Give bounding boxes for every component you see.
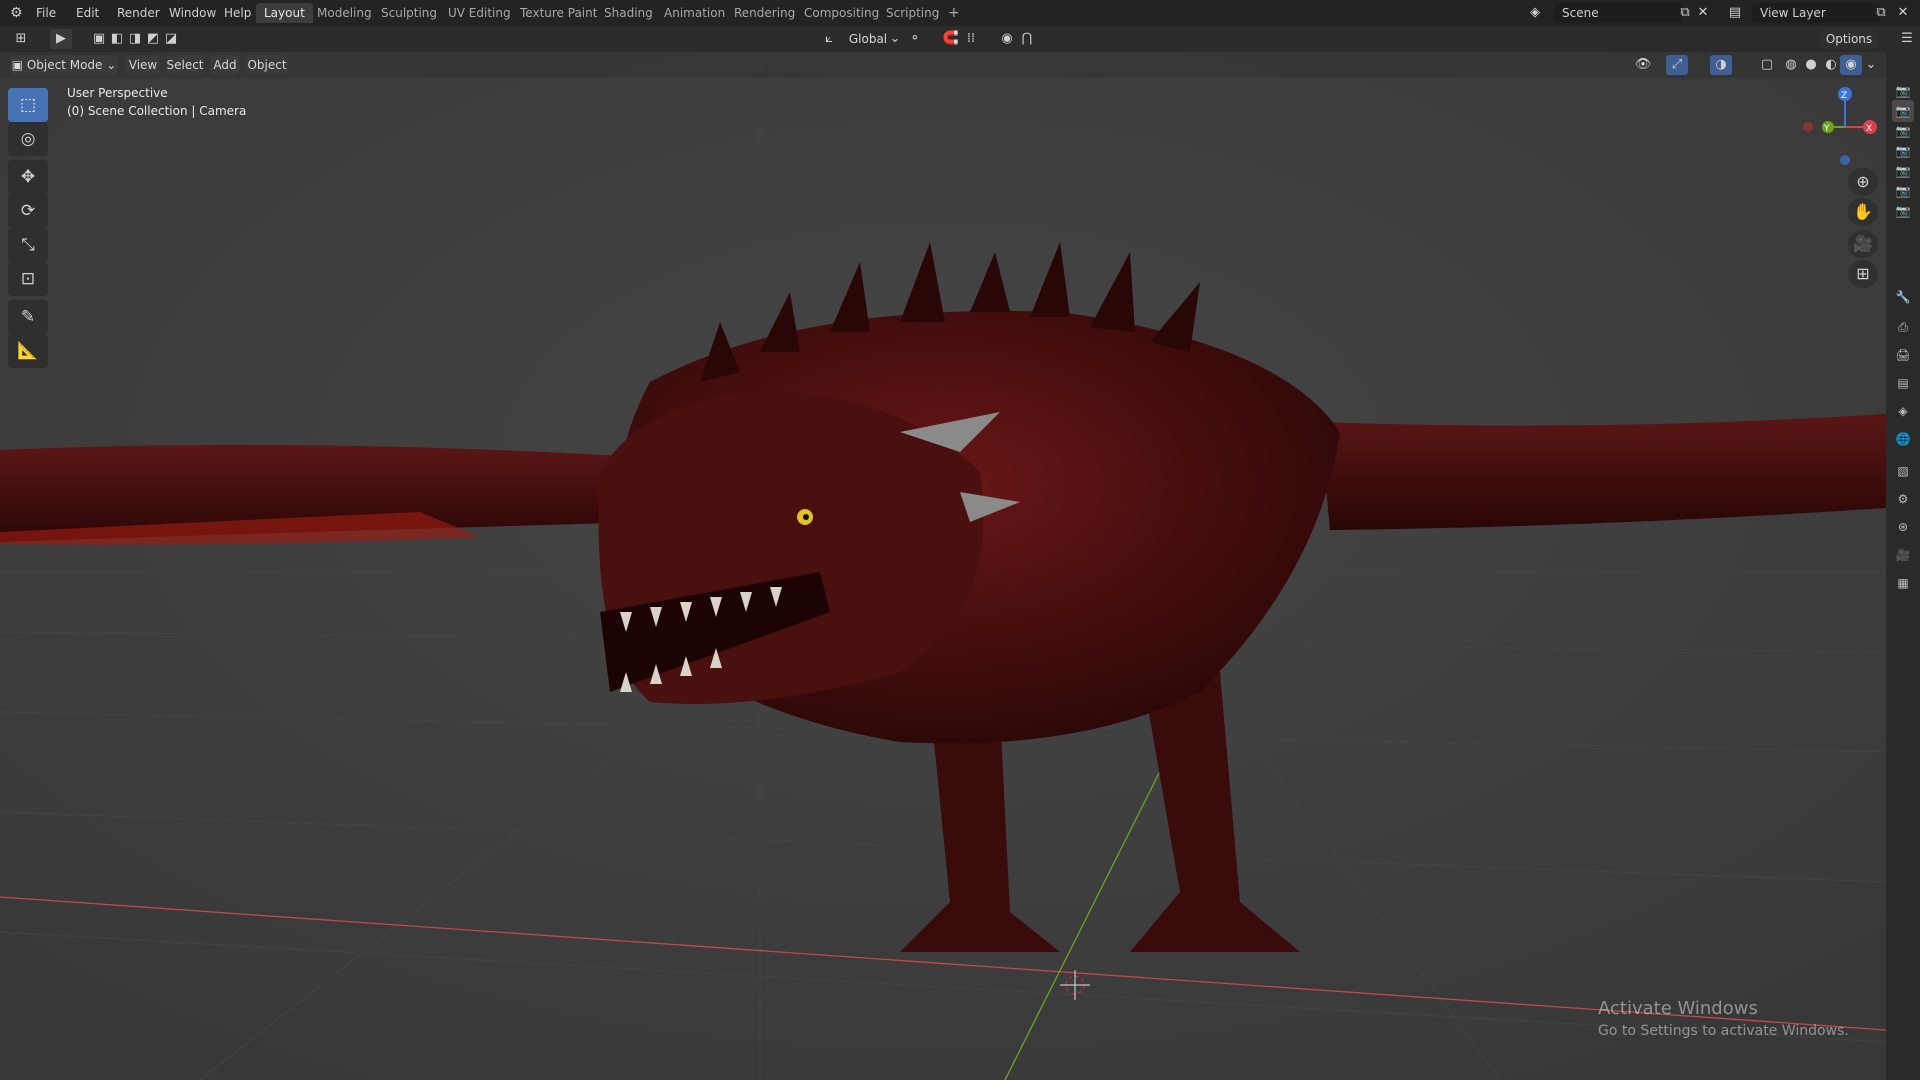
world-properties-icon[interactable]: 🌐 (1892, 428, 1914, 450)
tab-sculpting[interactable]: Sculpting (373, 3, 445, 23)
options-dropdown[interactable]: Options (1820, 29, 1878, 49)
tool-settings-icon[interactable]: 🔧 (1892, 286, 1914, 308)
menu-help[interactable]: Help (224, 0, 251, 26)
tab-texture-paint[interactable]: Texture Paint (512, 3, 605, 23)
tab-scripting[interactable]: Scripting (878, 3, 947, 23)
texture-properties-icon[interactable]: ▦ (1892, 572, 1914, 594)
camera-icon[interactable]: 📷 (1892, 120, 1914, 142)
rotate-icon[interactable]: ⟳ (8, 194, 48, 228)
cursor-icon[interactable]: ◎ (8, 122, 48, 156)
tool-header: ⊞ ▶ ▣ ◧ ◨ ◩ ◪ ⟀ Global ⌄ ⚬ 🧲 ⁞⁞ ◉ ⋂ Opti… (0, 26, 1920, 52)
delete-scene-icon[interactable]: ✕ (1692, 3, 1714, 23)
menu-file[interactable]: File (36, 0, 56, 26)
view-layer-field[interactable]: View Layer (1752, 3, 1880, 23)
scene-icon[interactable]: ◈ (1524, 3, 1546, 23)
hand-pan-icon[interactable]: ✋ (1848, 198, 1878, 226)
wireframe-shading-icon[interactable]: ◍ (1780, 55, 1802, 75)
scene-field[interactable]: Scene (1554, 3, 1682, 23)
gizmo-toggle-icon[interactable]: ⤢ (1666, 55, 1688, 75)
material-shading-icon[interactable]: ◐ (1820, 55, 1842, 75)
mode-intersect-icon[interactable]: ◪ (160, 29, 182, 49)
menu-select[interactable]: Select (166, 55, 204, 75)
solid-shading-icon[interactable]: ● (1800, 55, 1822, 75)
svg-text:Z: Z (1841, 91, 1847, 101)
tab-uv-editing[interactable]: UV Editing (440, 3, 519, 23)
rendered-shading-icon[interactable]: ◉ (1840, 55, 1862, 75)
object-properties-icon[interactable]: ▧ (1892, 460, 1914, 482)
snap-icon[interactable]: 🧲 (940, 29, 962, 49)
view-layer-properties-icon[interactable]: ▤ (1892, 372, 1914, 394)
menu-object[interactable]: Object (246, 55, 288, 75)
right-wing (1320, 414, 1886, 530)
tab-layout[interactable]: Layout (256, 3, 313, 23)
add-workspace-button[interactable]: + (940, 3, 968, 23)
falloff-icon[interactable]: ⋂ (1016, 29, 1038, 49)
physics-properties-icon[interactable]: ⊛ (1892, 516, 1914, 538)
annotate-icon[interactable]: ✎ (8, 300, 48, 334)
menu-render[interactable]: Render (117, 0, 160, 26)
xray-icon[interactable]: ▢ (1756, 55, 1778, 75)
camera-icon[interactable]: 📷 (1892, 180, 1914, 202)
chevron-down-icon: ⌄ (889, 31, 901, 46)
top-bar: ⚙ File Edit Render Window Help Layout Mo… (0, 0, 1920, 26)
windows-watermark: Activate Windows Go to Settings to activ… (1598, 998, 1849, 1039)
camera-icon[interactable]: 📷 (1892, 100, 1914, 122)
3d-viewport[interactable]: Z X Y ▣ Object Mode ⌄ View Select Add Ob… (0, 52, 1886, 1080)
editor-type-icon[interactable]: ⊞ (10, 29, 32, 49)
viewport-header: ▣ Object Mode ⌄ View Select Add Object 👁… (0, 52, 1886, 78)
menu-view[interactable]: View (126, 55, 160, 75)
view-layer-icon[interactable]: ▤ (1724, 3, 1746, 23)
viewport-scene: Z X Y (0, 52, 1886, 1080)
svg-text:Y: Y (1823, 124, 1830, 134)
render-icon[interactable]: 📷 (1892, 80, 1914, 102)
camera-icon[interactable]: 📷 (1892, 200, 1914, 222)
select-tool-icon[interactable]: ▶ (50, 29, 72, 49)
proportional-edit-icon[interactable]: ◉ (996, 29, 1018, 49)
ortho-grid-icon[interactable]: ⊞ (1848, 260, 1878, 288)
pivot-icon[interactable]: ⚬ (904, 29, 926, 49)
menu-edit[interactable]: Edit (76, 0, 99, 26)
sidebar-toggle-icon[interactable]: ☰ (1896, 29, 1918, 49)
tab-compositing[interactable]: Compositing (796, 3, 887, 23)
tab-shading[interactable]: Shading (596, 3, 661, 23)
new-view-layer-icon[interactable]: ⧉ (1870, 3, 1892, 23)
output-properties-icon[interactable]: 🖨 (1892, 344, 1914, 366)
camera-icon[interactable]: 📷 (1892, 160, 1914, 182)
render-properties-icon[interactable]: ⎙ (1892, 316, 1914, 338)
mode-dropdown[interactable]: ▣ Object Mode ⌄ (10, 55, 118, 75)
measure-icon[interactable]: 📐 (8, 334, 48, 368)
transform-icon[interactable]: ⊡ (8, 262, 48, 296)
select-box-icon[interactable]: ⬚ (8, 88, 48, 122)
modifier-properties-icon[interactable]: ⚙ (1892, 488, 1914, 510)
visibility-icon[interactable]: 👁 (1632, 55, 1654, 75)
tab-modeling[interactable]: Modeling (309, 3, 380, 23)
zoom-icon[interactable]: ⊕ (1848, 168, 1878, 196)
scene-properties-icon[interactable]: ◈ (1892, 400, 1914, 422)
overlay-toggle-icon[interactable]: ◑ (1710, 55, 1732, 75)
camera-view-icon[interactable]: 🎥 (1848, 230, 1878, 258)
shading-options-icon[interactable]: ⌄ (1860, 55, 1882, 75)
svg-text:X: X (1866, 124, 1872, 134)
tab-rendering[interactable]: Rendering (726, 3, 803, 23)
camera-icon[interactable]: 📷 (1892, 140, 1914, 162)
properties-tab-strip: 📷 📷 📷 📷 📷 📷 📷 🔧 ⎙ 🖨 ▤ ◈ 🌐 ▧ ⚙ ⊛ 🎥 ▦ (1886, 52, 1920, 1080)
scene-collection-label: (0) Scene Collection | Camera (67, 104, 247, 118)
menu-add[interactable]: Add (210, 55, 240, 75)
snap-grid-icon[interactable]: ⁞⁞ (960, 29, 982, 49)
delete-view-layer-icon[interactable]: ✕ (1892, 3, 1914, 23)
view-perspective-label: User Perspective (67, 86, 168, 100)
move-icon[interactable]: ✥ (8, 160, 48, 194)
tab-animation[interactable]: Animation (656, 3, 733, 23)
orientation-icon[interactable]: ⟀ (818, 29, 840, 49)
object-mode-icon: ▣ (11, 58, 27, 72)
menu-window[interactable]: Window (169, 0, 216, 26)
object-data-camera-icon[interactable]: 🎥 (1892, 544, 1914, 566)
blender-logo-icon[interactable]: ⚙ (10, 0, 23, 26)
scale-icon[interactable]: ⤡ (8, 228, 48, 262)
